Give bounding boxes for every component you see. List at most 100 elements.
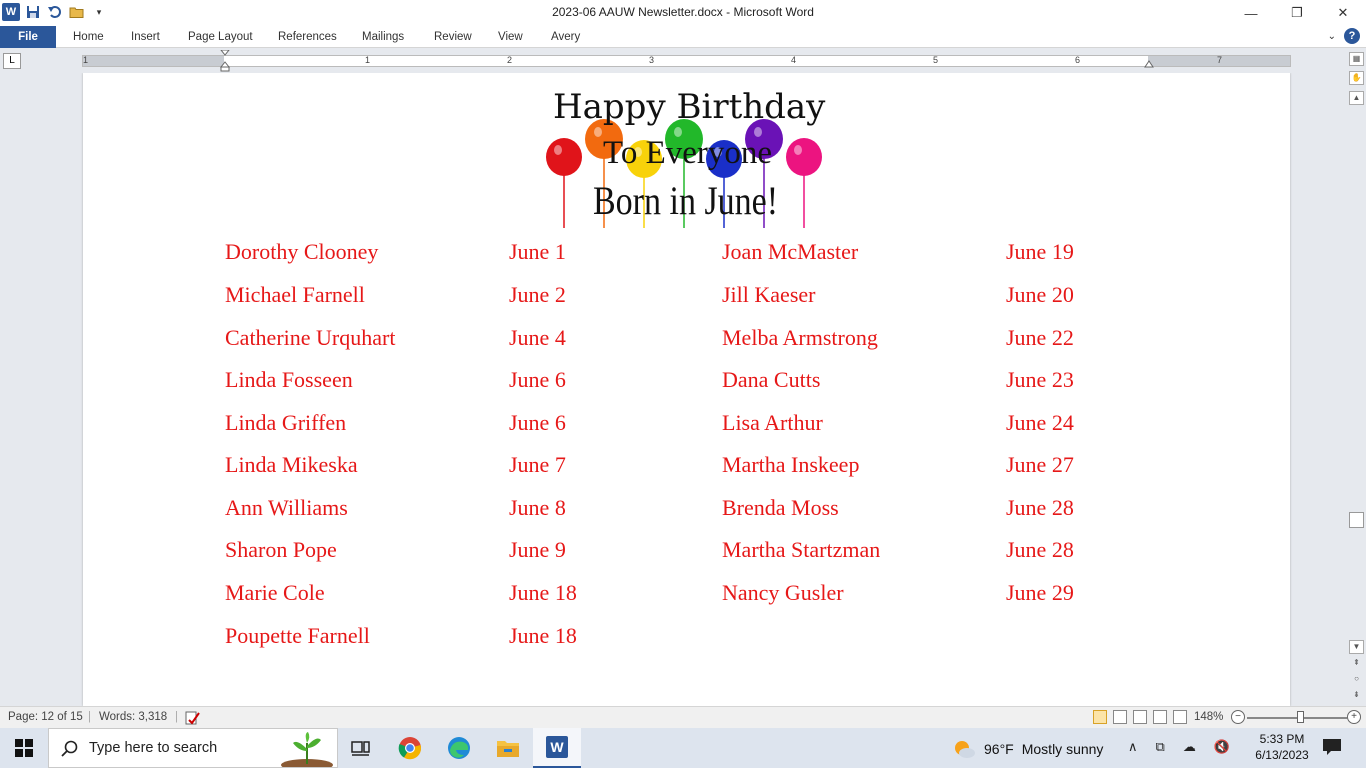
proofing-icon[interactable] bbox=[185, 711, 201, 728]
tab-home[interactable]: Home bbox=[73, 26, 104, 48]
table-row: Sharon Pope June 9 Martha Startzman June 28 bbox=[225, 537, 1125, 567]
birthday-date: June 24 bbox=[1006, 410, 1074, 435]
horizontal-ruler[interactable]: 1 1 2 3 4 5 6 7 bbox=[82, 50, 1291, 72]
clock-time: 5:33 PM bbox=[1259, 732, 1305, 746]
edge-icon[interactable] bbox=[435, 728, 483, 768]
tab-page-layout[interactable]: Page Layout bbox=[188, 26, 253, 48]
birthday-date: June 19 bbox=[1006, 239, 1074, 264]
draft-icon[interactable] bbox=[1173, 710, 1187, 724]
birthday-name: Brenda Moss bbox=[722, 495, 839, 520]
birthday-date: June 9 bbox=[509, 537, 566, 562]
birthday-name: Poupette Farnell bbox=[225, 623, 370, 648]
birthday-date: June 28 bbox=[1006, 537, 1074, 562]
birthday-name: Linda Fosseen bbox=[225, 367, 353, 392]
minimize-button[interactable]: — bbox=[1228, 0, 1274, 26]
notifications-icon[interactable] bbox=[1322, 738, 1342, 756]
birthday-name: Lisa Arthur bbox=[722, 410, 823, 435]
view-buttons bbox=[1093, 710, 1187, 724]
birthday-name: Michael Farnell bbox=[225, 282, 365, 307]
title-bar: W ▾ 2023-06 AAUW Newsletter.docx - Micro… bbox=[0, 0, 1366, 26]
previous-page-icon[interactable]: ⇞ bbox=[1349, 657, 1364, 671]
scroll-up-button[interactable]: ▲ bbox=[1349, 91, 1364, 105]
tab-file[interactable]: File bbox=[0, 26, 56, 48]
table-row: Linda Mikeska June 7 Martha Inskeep June 27 bbox=[225, 452, 1125, 482]
tab-selector[interactable]: L bbox=[3, 53, 21, 69]
zoom-out-button[interactable]: − bbox=[1231, 710, 1245, 724]
balloon-highlight bbox=[794, 145, 802, 155]
help-icon[interactable]: ? bbox=[1344, 28, 1360, 44]
web-layout-icon[interactable] bbox=[1133, 710, 1147, 724]
ruler-number: 2 bbox=[507, 55, 513, 65]
tab-view[interactable]: View bbox=[498, 26, 523, 48]
graphic-line-2: To Everyone bbox=[603, 135, 773, 171]
birthday-name: Linda Griffen bbox=[225, 410, 347, 435]
tab-references[interactable]: References bbox=[278, 26, 337, 48]
birthday-date: June 18 bbox=[509, 623, 577, 648]
taskbar-search[interactable]: Type here to search bbox=[48, 728, 338, 768]
pan-icon[interactable]: ✋ bbox=[1349, 71, 1364, 85]
birthday-date: June 1 bbox=[509, 239, 566, 264]
weather-sun-icon bbox=[955, 741, 975, 758]
print-layout-icon[interactable] bbox=[1093, 710, 1107, 724]
tab-review[interactable]: Review bbox=[434, 26, 472, 48]
birthday-date: June 22 bbox=[1006, 325, 1074, 350]
table-row: Ann Williams June 8 Brenda Moss June 28 bbox=[225, 495, 1125, 525]
network-icon[interactable]: ☁ bbox=[1183, 739, 1196, 755]
graphic-line-3: Born in June! bbox=[593, 178, 779, 223]
birthday-date: June 4 bbox=[509, 325, 566, 350]
word-count[interactable]: Words: 3,318 bbox=[99, 711, 167, 723]
full-screen-reading-icon[interactable] bbox=[1113, 710, 1127, 724]
task-view-icon[interactable] bbox=[337, 728, 385, 768]
ruler-number: 3 bbox=[649, 55, 655, 65]
tab-insert[interactable]: Insert bbox=[131, 26, 160, 48]
outline-icon[interactable] bbox=[1153, 710, 1167, 724]
page-count[interactable]: Page: 12 of 15 bbox=[8, 711, 83, 723]
zoom-level[interactable]: 148% bbox=[1194, 711, 1223, 723]
scroll-down-button[interactable]: ▼ bbox=[1349, 640, 1364, 654]
birthday-name: Melba Armstrong bbox=[722, 325, 878, 350]
browse-object-icon[interactable]: ○ bbox=[1349, 673, 1364, 687]
ruler-number: 7 bbox=[1217, 55, 1223, 65]
table-row: Linda Griffen June 6 Lisa Arthur June 24 bbox=[225, 410, 1125, 440]
birthday-name: Ann Williams bbox=[225, 495, 348, 520]
meet-now-icon[interactable]: ⧉ bbox=[1156, 739, 1165, 755]
system-tray: ∧ ⧉ ☁ 🔇 bbox=[1128, 739, 1230, 755]
vertical-scrollbar[interactable]: ▦ ✋ ▲ ▼ ⇞ ○ ⇟ bbox=[1348, 49, 1366, 706]
show-hidden-icons-icon[interactable]: ∧ bbox=[1128, 739, 1138, 755]
clock-date: 6/13/2023 bbox=[1255, 748, 1309, 762]
birthday-date: June 6 bbox=[509, 410, 566, 435]
restore-button[interactable]: ❐ bbox=[1274, 0, 1320, 26]
birthday-date: June 6 bbox=[509, 367, 566, 392]
document-page[interactable]: Happy Birthday To Everyone Born in June!… bbox=[83, 73, 1290, 706]
chrome-icon[interactable] bbox=[386, 728, 434, 768]
next-page-icon[interactable]: ⇟ bbox=[1349, 689, 1364, 703]
table-row: Catherine Urquhart June 4 Melba Armstrong J… bbox=[225, 325, 1125, 355]
birthday-date: June 7 bbox=[509, 452, 566, 477]
start-button[interactable] bbox=[0, 728, 48, 768]
balloon bbox=[786, 138, 822, 176]
word-taskbar-icon[interactable]: W bbox=[533, 728, 581, 768]
balloon-highlight bbox=[554, 145, 562, 155]
file-explorer-icon[interactable] bbox=[484, 728, 532, 768]
indent-marker-icon[interactable] bbox=[220, 50, 230, 72]
birthday-name: Nancy Gusler bbox=[722, 580, 844, 605]
ribbon-tabs: File Home Insert Page Layout References … bbox=[0, 26, 1366, 48]
close-button[interactable]: ✕ bbox=[1320, 0, 1366, 26]
search-placeholder: Type here to search bbox=[89, 740, 218, 756]
window-title: 2023-06 AAUW Newsletter.docx - Microsoft… bbox=[552, 5, 814, 19]
zoom-in-button[interactable]: + bbox=[1347, 710, 1361, 724]
taskbar-clock[interactable]: 5:33 PM 6/13/2023 bbox=[1252, 731, 1312, 763]
balloon bbox=[546, 138, 582, 176]
zoom-slider-knob[interactable] bbox=[1297, 711, 1304, 723]
tab-mailings[interactable]: Mailings bbox=[362, 26, 404, 48]
tab-avery[interactable]: Avery bbox=[551, 26, 580, 48]
weather-text: Mostly sunny bbox=[1021, 741, 1104, 757]
ruler-number: 1 bbox=[83, 55, 89, 65]
scroll-thumb[interactable] bbox=[1349, 512, 1364, 528]
ruler-toggle-icon[interactable]: ▦ bbox=[1349, 52, 1364, 66]
right-indent-marker-icon[interactable] bbox=[1144, 60, 1154, 68]
volume-muted-icon[interactable]: 🔇 bbox=[1214, 739, 1230, 755]
windows-icon bbox=[15, 739, 33, 757]
weather-widget[interactable]: 96°F Mostly sunny bbox=[952, 738, 1103, 760]
expand-ribbon-icon[interactable]: ⌄ bbox=[1328, 31, 1336, 42]
